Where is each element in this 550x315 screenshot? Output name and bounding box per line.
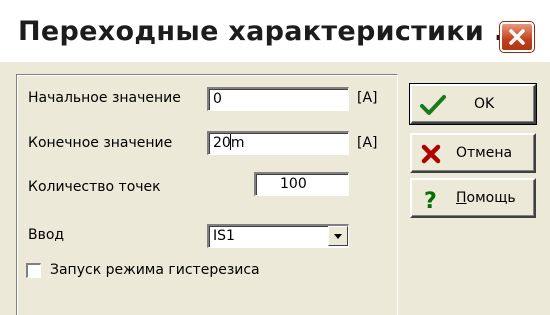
points-count-label: Количество точек [28,179,161,195]
ok-button[interactable]: OK [409,83,537,125]
input-label: Ввод [28,227,65,243]
end-value-text-before-caret: 20 [213,135,231,151]
points-count-text: 100 [280,176,307,192]
input-select[interactable]: IS1 [207,224,349,248]
dialog-title: Переходные характеристики ... [18,16,526,47]
help-mnemonic: П [456,190,467,206]
end-value-unit: [A] [357,135,378,151]
checkmark-icon [420,95,446,115]
help-label-rest: омощь [466,190,516,206]
input-select-value: IS1 [213,228,235,244]
dialog-window: Переходные характеристики ... Начальное … [0,0,550,315]
question-icon: ? [424,189,437,212]
chevron-down-icon[interactable] [328,226,348,246]
start-value-label: Начальное значение [28,90,181,106]
points-count-field[interactable]: 100 [254,172,349,196]
end-value-text-after-caret: m [230,135,245,151]
hysteresis-label[interactable]: Запуск режима гистерезиса [50,262,260,278]
start-value-text: 0 [213,91,222,107]
title-bar[interactable]: Переходные характеристики ... [0,0,550,62]
cross-icon [421,144,441,164]
cancel-button-label: Отмена [456,145,513,161]
hysteresis-checkbox[interactable] [26,263,41,278]
help-button-label: Помощь [456,190,516,206]
ok-button-label: OK [474,96,495,112]
start-value-unit: [A] [357,90,378,106]
svg-text:?: ? [424,189,437,212]
end-value-label: Конечное значение [28,135,173,151]
close-icon [509,29,525,45]
start-value-field[interactable]: 0 [207,87,349,111]
close-button[interactable] [499,21,535,53]
end-value-field[interactable]: 20m [207,131,349,155]
cancel-button[interactable]: Отмена [410,133,536,173]
help-button[interactable]: ? Помощь [410,178,536,218]
